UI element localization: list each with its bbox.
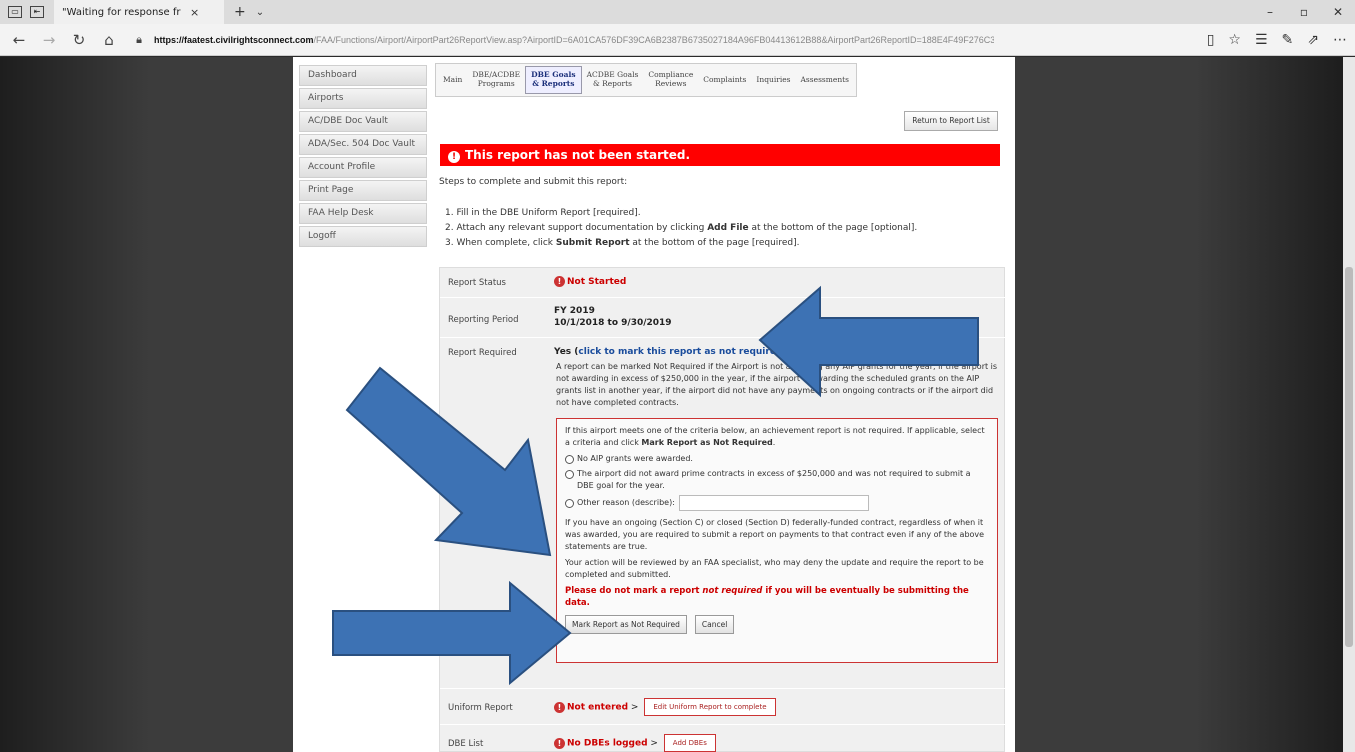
arrow-pointing-left-top (758, 285, 979, 398)
arrow-pointing-down-right (345, 366, 552, 557)
annotation-arrows (332, 285, 979, 686)
arrow-pointing-right-bottom (332, 580, 572, 686)
